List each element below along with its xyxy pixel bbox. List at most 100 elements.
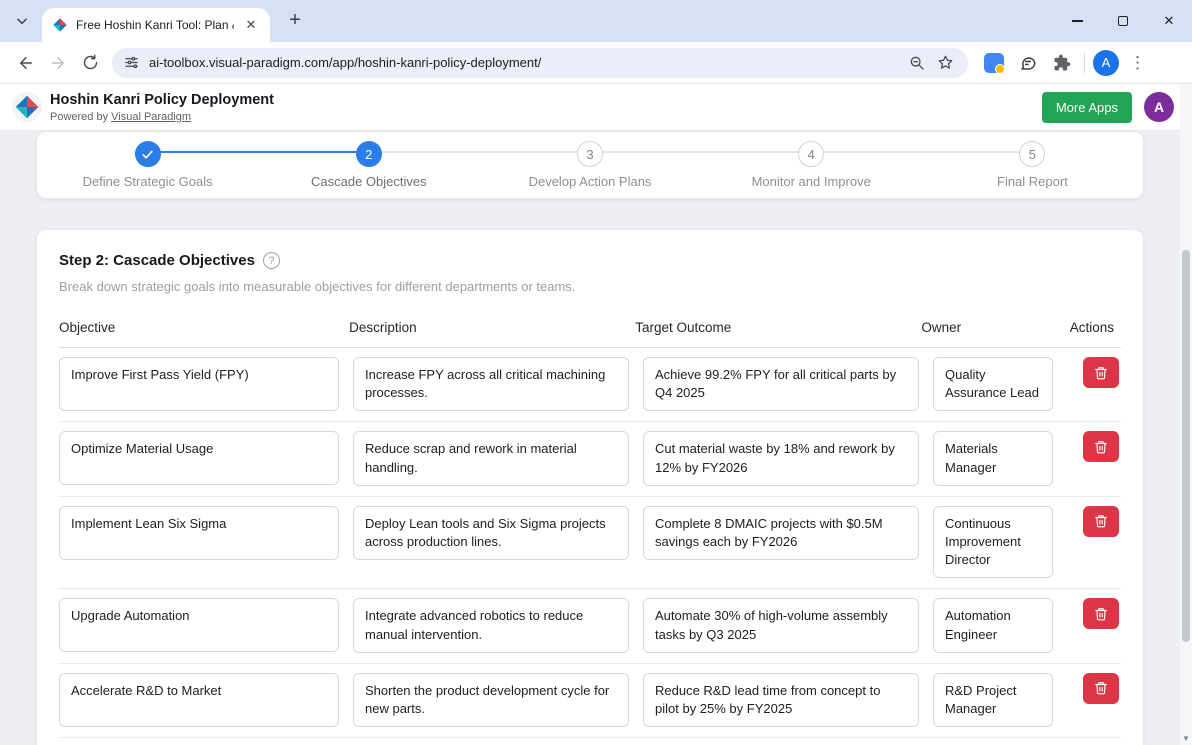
owner-input[interactable]: Materials Manager [933, 431, 1053, 485]
window-minimize-button[interactable] [1054, 0, 1100, 42]
description-input[interactable]: Deploy Lean tools and Six Sigma projects… [353, 506, 629, 560]
tab-favicon-icon [52, 17, 68, 33]
trash-icon [1094, 607, 1108, 621]
close-icon: ✕ [1164, 13, 1175, 29]
page-title: Step 2: Cascade Objectives [59, 252, 255, 269]
description-input[interactable]: Integrate advanced robotics to reduce ma… [353, 598, 629, 652]
extensions-puzzle-icon[interactable] [1048, 49, 1076, 77]
app-title: Hoshin Kanri Policy Deployment [50, 92, 274, 109]
page-subtitle: Break down strategic goals into measurab… [59, 279, 1121, 294]
browser-tab-strip: Free Hoshin Kanri Tool: Plan & ✕ + ✕ [0, 0, 1192, 42]
description-input[interactable]: Shorten the product development cycle fo… [353, 673, 629, 727]
reload-button[interactable] [74, 47, 106, 79]
objectives-card: Step 2: Cascade Objectives ? Break down … [36, 229, 1144, 745]
chat-icon[interactable] [1014, 49, 1042, 77]
browser-profile-avatar[interactable]: A [1093, 50, 1119, 76]
back-button[interactable] [10, 47, 42, 79]
target-outcome-input[interactable]: Reduce R&D lead time from concept to pil… [643, 673, 919, 727]
objective-input[interactable]: Improve First Pass Yield (FPY) [59, 357, 339, 411]
description-input[interactable]: Reduce scrap and rework in material hand… [353, 431, 629, 485]
column-header-owner: Owner [921, 320, 1039, 335]
table-row: Upgrade Automation Integrate advanced ro… [59, 589, 1121, 663]
trash-icon [1094, 440, 1108, 454]
delete-row-button[interactable] [1083, 598, 1119, 629]
target-outcome-input[interactable]: Automate 30% of high-volume assembly tas… [643, 598, 919, 652]
browser-tab[interactable]: Free Hoshin Kanri Tool: Plan & ✕ [42, 8, 270, 42]
user-avatar[interactable]: A [1144, 92, 1174, 122]
window-maximize-button[interactable] [1100, 0, 1146, 42]
trash-icon [1094, 366, 1108, 380]
target-outcome-input[interactable]: Complete 8 DMAIC projects with $0.5M sav… [643, 506, 919, 560]
table-header-row: Objective Description Target Outcome Own… [59, 320, 1121, 348]
powered-by: Powered by Visual Paradigm [50, 111, 274, 123]
objective-input[interactable]: Optimize Material Usage [59, 431, 339, 485]
target-outcome-input[interactable]: Achieve 99.2% FPY for all critical parts… [643, 357, 919, 411]
zoom-icon[interactable] [906, 52, 928, 74]
forward-icon [49, 54, 67, 72]
delete-row-button[interactable] [1083, 673, 1119, 704]
bookmark-star-icon[interactable] [934, 52, 956, 74]
browser-toolbar: ai-toolbox.visual-paradigm.com/app/hoshi… [0, 42, 1192, 84]
maximize-icon [1118, 16, 1128, 26]
window-controls: ✕ [1054, 0, 1192, 42]
table-row: Implement Lean Six Sigma Deploy Lean too… [59, 497, 1121, 590]
step-final-report[interactable]: 5 Final Report [922, 135, 1143, 189]
tab-search-button[interactable] [10, 9, 34, 33]
owner-input[interactable]: Automation Engineer [933, 598, 1053, 652]
tab-close-icon[interactable]: ✕ [242, 16, 260, 34]
visual-paradigm-link[interactable]: Visual Paradigm [111, 111, 191, 123]
table-row: Optimize Material Usage Reduce scrap and… [59, 422, 1121, 496]
table-row [59, 738, 1121, 745]
scrollbar-thumb[interactable] [1182, 250, 1190, 642]
column-header-target-outcome: Target Outcome [635, 320, 907, 335]
tab-title: Free Hoshin Kanri Tool: Plan & [76, 18, 234, 32]
objective-input[interactable]: Upgrade Automation [59, 598, 339, 652]
check-icon [141, 148, 154, 161]
app-header: Hoshin Kanri Policy Deployment Powered b… [0, 84, 1192, 131]
table-row: Accelerate R&D to Market Shorten the pro… [59, 664, 1121, 738]
forward-button[interactable] [42, 47, 74, 79]
description-input[interactable]: Increase FPY across all critical machini… [353, 357, 629, 411]
column-header-objective: Objective [59, 320, 335, 335]
step-define-strategic-goals[interactable]: Define Strategic Goals [37, 135, 258, 189]
owner-input[interactable]: Continuous Improvement Director [933, 506, 1053, 579]
app-logo-icon [12, 92, 42, 122]
stepper-card: Define Strategic Goals 2 Cascade Objecti… [36, 131, 1144, 199]
page-scrollbar[interactable]: ▼ [1180, 84, 1192, 745]
url-text[interactable]: ai-toolbox.visual-paradigm.com/app/hoshi… [149, 55, 900, 70]
delete-row-button[interactable] [1083, 357, 1119, 388]
step-cascade-objectives[interactable]: 2 Cascade Objectives [258, 135, 479, 189]
step-develop-action-plans[interactable]: 3 Develop Action Plans [479, 135, 700, 189]
reload-icon [82, 54, 99, 71]
url-bar[interactable]: ai-toolbox.visual-paradigm.com/app/hoshi… [112, 48, 968, 78]
app-header-titles: Hoshin Kanri Policy Deployment Powered b… [50, 92, 274, 123]
extension-blue-icon[interactable] [980, 49, 1008, 77]
owner-input[interactable]: R&D Project Manager [933, 673, 1053, 727]
minimize-icon [1072, 20, 1083, 21]
window-close-button[interactable]: ✕ [1146, 0, 1192, 42]
back-icon [17, 54, 35, 72]
site-settings-icon[interactable] [124, 55, 139, 70]
toolbar-separator [1084, 53, 1085, 73]
scroll-down-arrow-icon[interactable]: ▼ [1180, 734, 1192, 743]
objective-input[interactable]: Implement Lean Six Sigma [59, 506, 339, 560]
step-monitor-and-improve[interactable]: 4 Monitor and Improve [701, 135, 922, 189]
owner-input[interactable]: Quality Assurance Lead [933, 357, 1053, 411]
more-apps-button[interactable]: More Apps [1042, 92, 1132, 123]
trash-icon [1094, 514, 1108, 528]
objectives-rows: Improve First Pass Yield (FPY) Increase … [59, 348, 1121, 745]
stepper: Define Strategic Goals 2 Cascade Objecti… [37, 135, 1143, 189]
page-content: Define Strategic Goals 2 Cascade Objecti… [0, 131, 1180, 745]
trash-icon [1094, 681, 1108, 695]
delete-row-button[interactable] [1083, 506, 1119, 537]
column-header-actions: Actions [1070, 320, 1121, 335]
delete-row-button[interactable] [1083, 431, 1119, 462]
new-tab-button[interactable]: + [282, 8, 308, 34]
help-icon[interactable]: ? [263, 252, 280, 269]
chevron-down-icon [15, 14, 29, 28]
step-1-circle [135, 141, 161, 167]
objective-input[interactable]: Accelerate R&D to Market [59, 673, 339, 727]
table-row: Improve First Pass Yield (FPY) Increase … [59, 348, 1121, 422]
browser-menu-kebab-icon[interactable]: ⋮ [1129, 53, 1146, 73]
target-outcome-input[interactable]: Cut material waste by 18% and rework by … [643, 431, 919, 485]
